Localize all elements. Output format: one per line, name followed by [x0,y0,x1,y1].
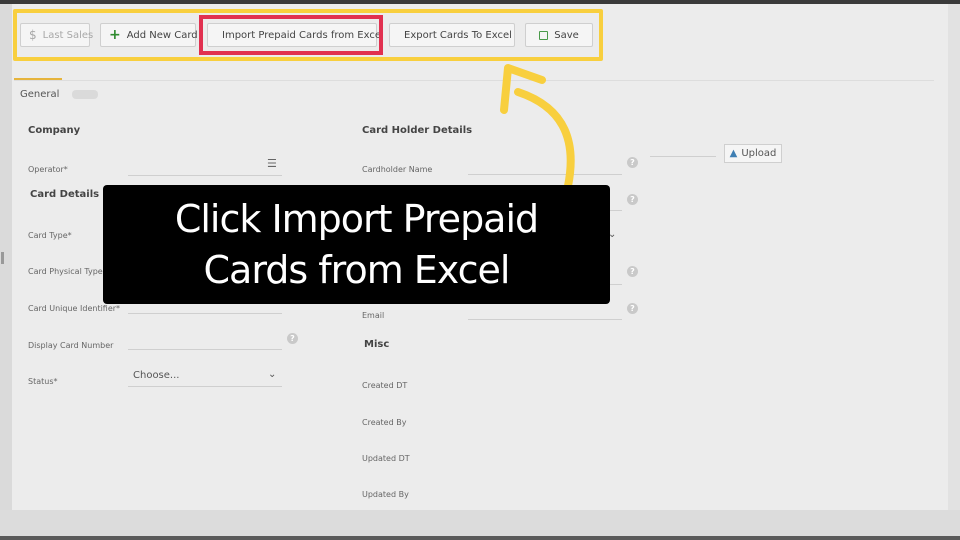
misc-section-title: Misc [364,339,390,350]
status-select-value[interactable]: Choose... [133,370,179,381]
tab-divider [14,80,934,81]
instruction-line-1: Click Import Prepaid [174,196,539,241]
left-edge-mark [1,252,4,264]
email-field[interactable] [468,319,622,320]
card-type-label: Card Type* [28,231,72,240]
status-label: Status* [28,377,58,386]
import-button-highlight [199,15,383,55]
tab-blurred [72,90,98,99]
updated-by-label: Updated By [362,490,409,499]
cardholder-name-label: Cardholder Name [362,165,433,174]
instruction-overlay: Click Import Prepaid Cards from Excel [103,185,610,304]
upload-label: Upload [741,148,777,159]
display-card-number-field[interactable] [128,349,282,350]
card-physical-type-label: Card Physical Type* [28,267,107,276]
display-card-number-label: Display Card Number [28,341,114,350]
created-by-label: Created By [362,418,407,427]
instruction-text: Click Import Prepaid Cards from Excel [174,194,539,296]
help-icon[interactable]: ? [627,303,638,314]
email-label: Email [362,311,385,320]
card-details-section-title: Card Details [30,189,100,200]
upload-button[interactable]: ▲ Upload [724,144,782,163]
created-dt-label: Created DT [362,381,408,390]
list-icon[interactable]: ☰ [267,157,277,170]
help-icon[interactable]: ? [627,194,638,205]
tab-general[interactable]: General [20,89,59,100]
help-icon[interactable]: ? [627,157,638,168]
help-icon[interactable]: ? [287,333,298,344]
card-unique-identifier-field[interactable] [128,313,282,314]
pointer-arrow [500,64,575,190]
help-icon[interactable]: ? [627,266,638,277]
bottom-line [0,536,960,540]
upload-icon: ▲ [729,148,738,159]
card-holder-section-title: Card Holder Details [362,125,473,136]
updated-dt-label: Updated DT [362,454,410,463]
status-select-underline [128,386,282,387]
left-edge [0,4,12,510]
card-unique-identifier-label: Card Unique Identifier* [28,304,121,313]
operator-field[interactable] [128,175,282,176]
operator-label: Operator* [28,165,68,174]
instruction-line-2: Cards from Excel [203,247,511,292]
chevron-down-icon[interactable]: ⌄ [268,369,276,380]
tab-active-indicator [14,78,62,80]
company-section-title: Company [28,125,81,136]
upload-file-field[interactable] [650,156,716,157]
